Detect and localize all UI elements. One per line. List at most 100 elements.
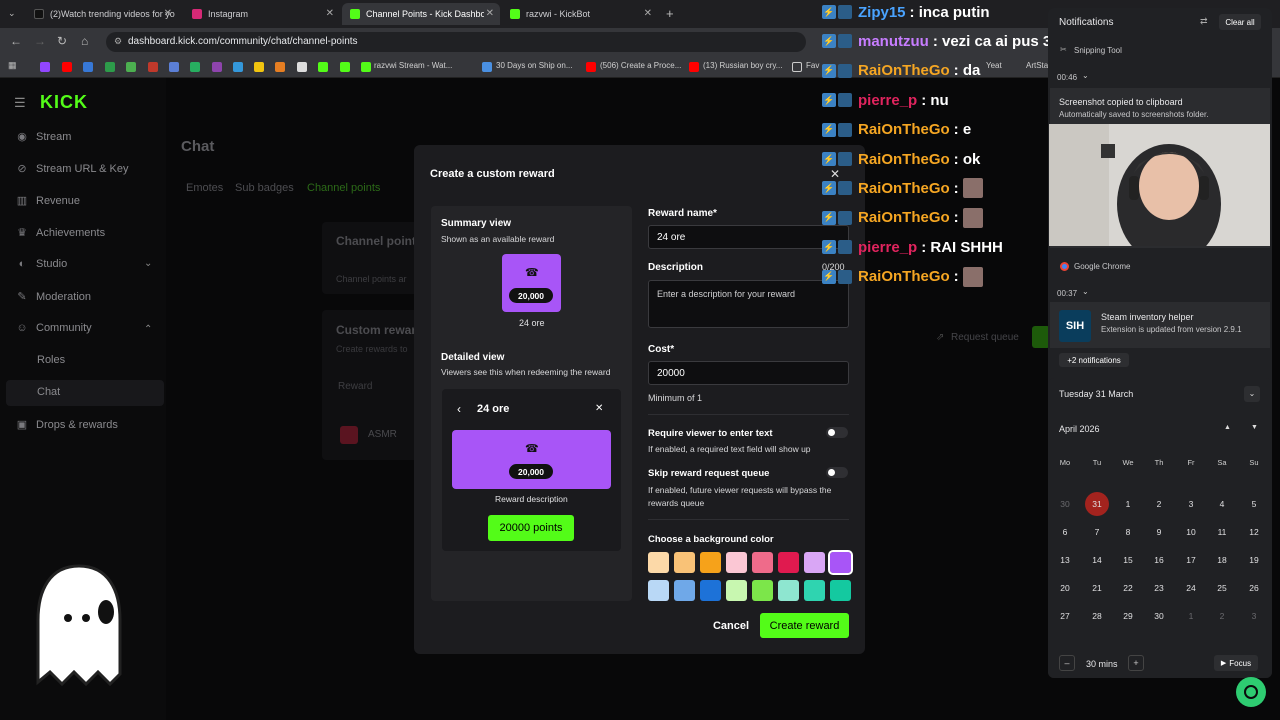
bookmark-icon[interactable] [254,62,264,72]
sidebar-item-drops-rewards[interactable]: ▣ Drops & rewards [16,418,118,432]
youtube-icon[interactable] [689,62,699,72]
color-swatch[interactable] [828,550,853,575]
color-swatch[interactable] [674,580,695,601]
calendar-day[interactable]: 25 [1211,583,1233,593]
request-queue-button[interactable]: Request queue [951,332,1019,343]
calendar-day[interactable]: 11 [1211,527,1233,537]
focus-button[interactable]: ▶ Focus [1214,655,1258,671]
calendar-day[interactable]: 1 [1117,499,1139,509]
color-swatch[interactable] [778,552,799,573]
apps-icon[interactable]: ▦ [8,60,18,70]
redeem-points-button[interactable]: 20000 points [488,515,574,541]
calendar-day[interactable]: 9 [1148,527,1170,537]
calendar-day[interactable]: 10 [1180,527,1202,537]
kick-logo[interactable]: KICK [40,92,88,113]
chevron-down-icon[interactable]: ⌄ [1082,287,1089,296]
bookmark-icon[interactable] [340,62,350,72]
folder-icon[interactable] [792,62,802,72]
close-icon[interactable]: ✕ [644,8,652,19]
calendar-day[interactable]: 7 [1086,527,1108,537]
create-reward-button[interactable]: Create reward [760,613,849,638]
calendar-day[interactable]: 2 [1148,499,1170,509]
calendar-day[interactable]: 5 [1243,499,1265,509]
menu-icon[interactable]: ☰ [14,95,26,111]
color-swatch[interactable] [700,552,721,573]
calendar-day[interactable]: 1 [1180,611,1202,621]
cost-input[interactable]: 20000 [648,361,849,385]
close-icon[interactable]: ✕ [164,8,172,19]
address-input[interactable]: ⚙ dashboard.kick.com/community/chat/chan… [106,32,806,52]
site-info-icon[interactable]: ⚙ [114,36,122,47]
sidebar-item-studio[interactable]: ◐ Studio [16,258,68,270]
bookmark-icon[interactable] [169,62,179,72]
calendar-month[interactable]: April 2026 [1059,424,1100,434]
calendar-day[interactable]: 19 [1243,555,1265,565]
bookmark-icon[interactable] [233,62,243,72]
calendar-day[interactable]: 24 [1180,583,1202,593]
color-swatch[interactable] [648,552,669,573]
color-swatch[interactable] [726,580,747,601]
calendar-day[interactable]: 20 [1054,583,1076,593]
description-textarea[interactable]: Enter a description for your reward [648,280,849,328]
calendar-day[interactable]: 17 [1180,555,1202,565]
forward-icon[interactable]: → [34,34,46,48]
bookmark-link[interactable]: (13) Russian boy cry... [703,61,782,70]
calendar-day[interactable]: 22 [1117,583,1139,593]
tab-channel-points[interactable]: Channel Points - Kick Dashboard✕ [342,3,500,25]
calendar-day[interactable]: 18 [1211,555,1233,565]
sidebar-item-stream-url-key[interactable]: ⊘ Stream URL & Key [16,162,128,176]
bookmark-link[interactable]: Fav [806,61,819,70]
sidebar-item-roles[interactable]: Roles [37,354,65,366]
bookmark-icon[interactable] [148,62,158,72]
chevron-down-icon[interactable]: ⌄ [1082,71,1089,80]
color-swatch[interactable] [674,552,695,573]
tab-youtube[interactable]: (2)Watch trending videos for yo ✕ [26,3,178,25]
bookmark-icon[interactable] [83,62,93,72]
color-swatch[interactable] [726,552,747,573]
tab-emotes[interactable]: Emotes [186,182,223,194]
tab-list-icon[interactable]: ⌄ [8,8,16,19]
calendar-day[interactable]: 2 [1211,611,1233,621]
request-queue-icon[interactable]: ⇗ [936,332,944,343]
tab-instagram[interactable]: Instagram ✕ [184,3,340,25]
youtube-icon[interactable] [62,62,72,72]
calendar-day[interactable]: 31 [1086,499,1108,509]
sidebar-item-moderation[interactable]: ✎ Moderation [16,290,91,304]
bookmark-icon[interactable] [190,62,200,72]
calendar-day[interactable]: 4 [1211,499,1233,509]
sidebar-item-chat[interactable]: Chat [37,386,60,398]
bookmark-icon[interactable] [212,62,222,72]
color-swatch[interactable] [700,580,721,601]
calendar-day[interactable]: 8 [1117,527,1139,537]
sidebar-item-stream[interactable]: ◉ Stream [16,130,71,144]
color-swatch[interactable] [830,580,851,601]
reward-name-input[interactable]: 24 ore [648,225,849,249]
skip-queue-toggle[interactable] [826,467,848,478]
kick-chat-fab[interactable] [1236,677,1266,707]
home-icon[interactable]: ⌂ [81,34,88,48]
calendar-day[interactable]: 30 [1054,499,1076,509]
calendar-day[interactable]: 21 [1086,583,1108,593]
calendar-day[interactable]: 12 [1243,527,1265,537]
close-icon[interactable]: ✕ [486,8,494,19]
focus-assist-icon[interactable]: ⇄ [1200,16,1208,27]
youtube-icon[interactable] [586,62,596,72]
chevron-up-icon[interactable]: ⌃ [144,324,152,335]
calendar-day[interactable]: 3 [1180,499,1202,509]
tab-kickbot[interactable]: razvwi - KickBot ✕ [502,3,658,25]
chevron-down-icon[interactable]: ⌄ [144,258,152,269]
focus-increment-button[interactable]: + [1128,655,1144,671]
sidebar-item-revenue[interactable]: ▥ Revenue [16,194,80,208]
bookmark-link[interactable]: ArtSta [1026,61,1048,70]
require-text-toggle[interactable] [826,427,848,438]
bookmark-icon[interactable] [126,62,136,72]
bookmark-link[interactable]: Yeat [986,61,1002,70]
calendar-day[interactable]: 23 [1148,583,1170,593]
bookmark-icon[interactable] [318,62,328,72]
color-swatch[interactable] [752,580,773,601]
back-icon[interactable]: ‹ [457,402,461,416]
calendar-day[interactable]: 14 [1086,555,1108,565]
reward-row-name[interactable]: ASMR [368,429,397,440]
cancel-button[interactable]: Cancel [708,614,754,638]
calendar-day[interactable]: 6 [1054,527,1076,537]
